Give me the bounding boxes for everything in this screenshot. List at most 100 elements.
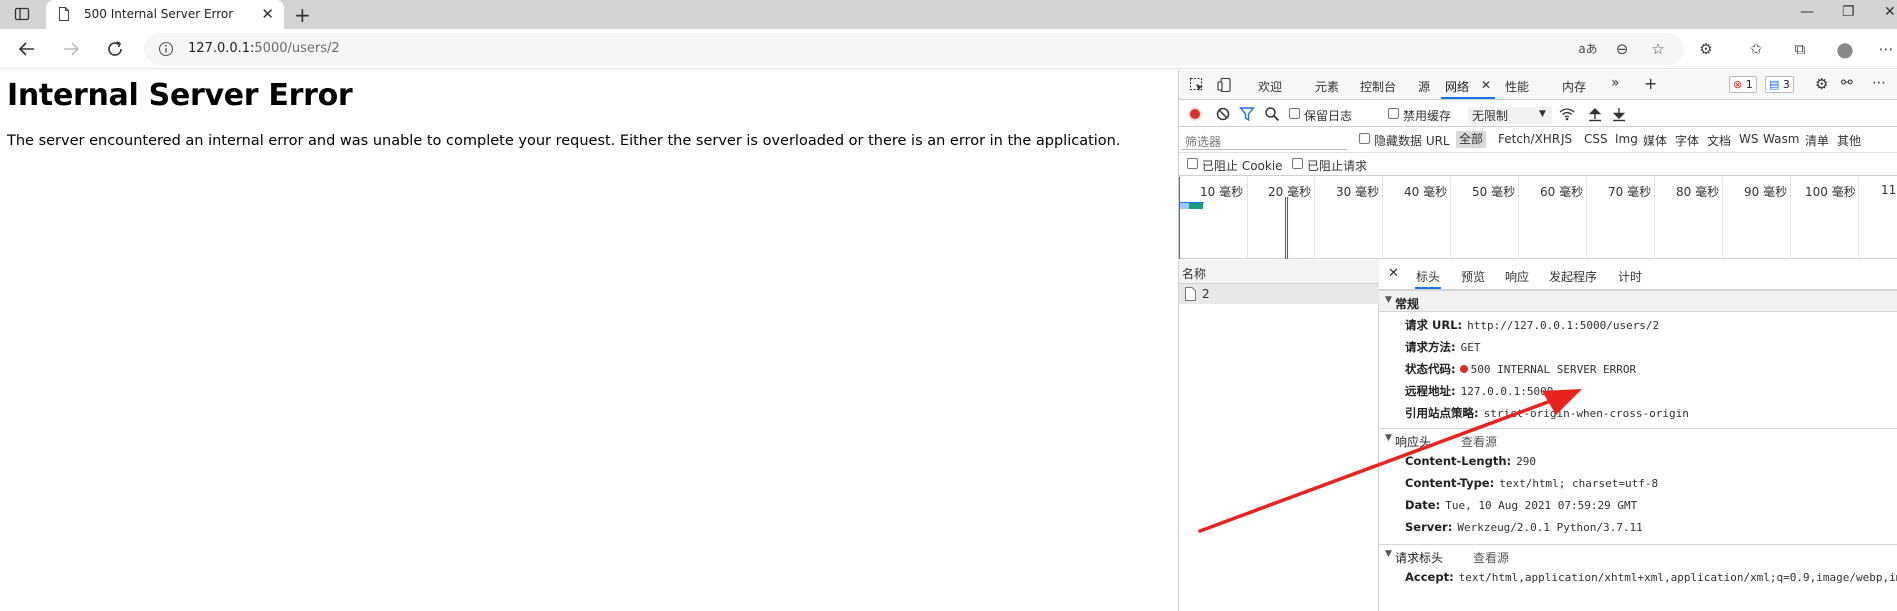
request-method-value: GET (1460, 341, 1481, 354)
type-filter-wasm[interactable]: Wasm (1763, 132, 1799, 146)
type-filter-js[interactable]: JS (1561, 132, 1572, 146)
tab-memory[interactable]: 内存 (1562, 78, 1586, 95)
request-row[interactable]: 2 (1179, 284, 1379, 304)
server-key: Server: (1405, 520, 1453, 534)
customize-icon[interactable]: ⚯ (1841, 75, 1853, 91)
tab-performance[interactable]: 性能 (1505, 78, 1529, 95)
timeline-bar-waiting (1180, 203, 1189, 209)
type-filter-css[interactable]: CSS (1584, 132, 1608, 146)
tab-elements[interactable]: 元素 (1315, 78, 1339, 95)
type-filter-img[interactable]: Img (1615, 132, 1638, 146)
add-tab-icon[interactable]: + (1644, 74, 1657, 93)
request-url-key: 请求 URL: (1405, 318, 1463, 332)
collections-icon[interactable]: ⧉ (1789, 38, 1811, 60)
general-section-header[interactable]: ▼ 常规 (1379, 290, 1897, 312)
response-headers-section-header[interactable]: ▼ 响应头 查看源 (1379, 428, 1897, 450)
accept-value: text/html,application/xhtml+xml,applicat… (1458, 571, 1897, 584)
more-tabs-icon[interactable]: » (1611, 75, 1620, 91)
timeline-overview[interactable]: 10 毫秒 20 毫秒 30 毫秒 40 毫秒 50 毫秒 60 毫秒 70 毫… (1179, 177, 1897, 259)
close-details-icon[interactable]: ✕ (1388, 266, 1399, 281)
timeline-gridline (1314, 177, 1315, 259)
type-filter-ws[interactable]: WS (1739, 132, 1758, 146)
export-har-icon[interactable] (1611, 106, 1627, 122)
tab-title: 500 Internal Server Error (84, 7, 234, 21)
minimize-button[interactable]: — (1800, 4, 1814, 20)
timeline-label: 80 毫秒 (1676, 185, 1720, 199)
timeline-label: 10 毫秒 (1200, 185, 1244, 199)
device-toolbar-icon[interactable] (1217, 77, 1233, 93)
type-filter-font[interactable]: 字体 (1675, 132, 1699, 149)
tab-welcome[interactable]: 欢迎 (1258, 78, 1282, 95)
request-view-source-link[interactable]: 查看源 (1473, 549, 1509, 566)
tab-headers[interactable]: 标头 (1416, 268, 1440, 285)
refresh-icon[interactable] (104, 38, 126, 60)
url-bar[interactable]: 127.0.0.1:5000/users/2 (144, 33, 1684, 65)
blocked-cookies-checkbox[interactable] (1187, 158, 1198, 169)
read-aloud-icon[interactable]: aあ (1577, 38, 1599, 60)
extensions-icon[interactable]: ⚙ (1695, 38, 1717, 60)
add-favorite-icon[interactable]: ☆ (1647, 38, 1669, 60)
settings-menu-icon[interactable]: ⋯ (1875, 38, 1897, 60)
dom-content-loaded-marker (1285, 197, 1286, 259)
import-har-icon[interactable] (1587, 106, 1603, 122)
type-filter-fetch-xhr[interactable]: Fetch/XHR (1498, 132, 1560, 146)
close-network-tab-icon[interactable]: ✕ (1481, 78, 1491, 92)
type-filter-doc[interactable]: 文档 (1707, 132, 1731, 149)
content-type-row: Content-Type: text/html; charset=utf-8 (1405, 476, 1658, 490)
remote-address-row: 远程地址: 127.0.0.1:5000 (1405, 383, 1553, 399)
new-tab-button[interactable]: + (294, 3, 311, 27)
type-filter-manifest[interactable]: 清单 (1805, 132, 1829, 149)
close-tab-icon[interactable]: ✕ (261, 5, 274, 23)
blocked-requests-checkbox[interactable] (1292, 158, 1303, 169)
record-icon[interactable] (1187, 106, 1203, 122)
name-column-header[interactable]: 名称 (1179, 260, 1379, 284)
type-filter-other[interactable]: 其他 (1837, 132, 1861, 149)
timeline-start-marker (1179, 177, 1180, 259)
zoom-icon[interactable]: ⊖ (1611, 38, 1633, 60)
request-headers-section-header[interactable]: ▼ 请求标头 查看源 (1379, 544, 1897, 566)
close-window-button[interactable]: ✕ (1884, 4, 1896, 20)
settings-gear-icon[interactable]: ⚙ (1815, 75, 1828, 93)
back-icon[interactable] (16, 38, 38, 60)
inspect-element-icon[interactable] (1189, 77, 1205, 93)
request-url-row: 请求 URL: http://127.0.0.1:5000/users/2 (1405, 317, 1659, 333)
filter-icon[interactable] (1239, 106, 1255, 122)
throttle-dropdown-icon[interactable]: ▼ (1539, 109, 1546, 119)
timeline-bar-download (1189, 203, 1203, 209)
hide-data-urls-checkbox[interactable] (1359, 133, 1370, 144)
errors-badge[interactable]: ⊗ 1 (1729, 76, 1757, 93)
restore-button[interactable]: ❐ (1842, 4, 1855, 20)
request-method-row: 请求方法: GET (1405, 339, 1480, 355)
timeline-label: 40 毫秒 (1404, 185, 1448, 199)
preserve-log-checkbox[interactable] (1289, 108, 1300, 119)
url-text[interactable]: 127.0.0.1:5000/users/2 (188, 41, 340, 56)
tab-initiator[interactable]: 发起程序 (1549, 268, 1597, 285)
more-options-icon[interactable]: ⋯ (1872, 75, 1886, 91)
tab-preview[interactable]: 预览 (1461, 268, 1485, 285)
messages-badge[interactable]: ▤ 3 (1765, 76, 1794, 93)
timeline-bar-outline (1180, 202, 1204, 203)
type-filter-media[interactable]: 媒体 (1643, 132, 1667, 149)
tab-network[interactable]: 网络 (1445, 78, 1469, 95)
tab-actions-icon[interactable] (14, 6, 30, 22)
clear-icon[interactable] (1215, 106, 1231, 122)
network-conditions-icon[interactable] (1559, 106, 1575, 122)
site-info-icon[interactable] (158, 41, 174, 57)
response-view-source-link[interactable]: 查看源 (1461, 433, 1497, 450)
browser-tab[interactable]: 500 Internal Server Error ✕ (46, 0, 284, 29)
tab-sources[interactable]: 源 (1418, 78, 1430, 95)
type-filter-all[interactable]: 全部 (1456, 131, 1487, 148)
disable-cache-checkbox[interactable] (1388, 108, 1399, 119)
filter-input[interactable]: 筛选器 (1181, 129, 1347, 150)
profile-avatar[interactable]: ● (1834, 38, 1856, 60)
tab-response[interactable]: 响应 (1505, 268, 1529, 285)
search-icon[interactable] (1264, 106, 1280, 122)
timeline-gridline (1247, 177, 1248, 259)
error-message: The server encountered an internal error… (7, 133, 1121, 149)
favorites-icon[interactable]: ✩ (1745, 38, 1767, 60)
tab-console[interactable]: 控制台 (1360, 78, 1396, 95)
server-row: Server: Werkzeug/2.0.1 Python/3.7.11 (1405, 520, 1643, 534)
forward-icon[interactable] (60, 38, 82, 60)
error-icon: ⊗ (1733, 78, 1743, 91)
tab-timing[interactable]: 计时 (1618, 268, 1642, 285)
